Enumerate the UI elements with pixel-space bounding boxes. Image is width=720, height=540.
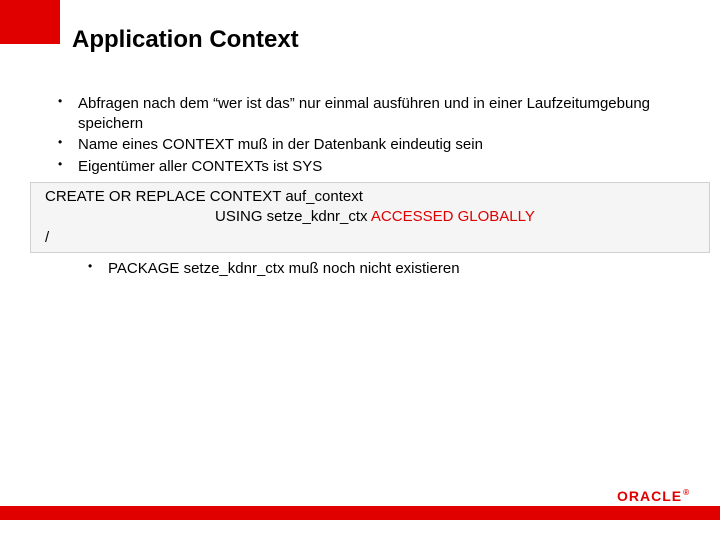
logo-text: ORACLE bbox=[617, 488, 682, 504]
code-line: USING setze_kdnr_ctx ACCESSED GLOBALLY bbox=[45, 207, 699, 227]
slide-title: Application Context bbox=[72, 26, 299, 54]
slide-content: Abfragen nach dem “wer ist das” nur einm… bbox=[50, 94, 690, 278]
bullet-item: Name eines CONTEXT muß in der Datenbank … bbox=[50, 135, 690, 155]
corner-accent bbox=[0, 0, 60, 44]
code-block: CREATE OR REPLACE CONTEXT auf_context US… bbox=[30, 182, 710, 253]
bullet-list: Abfragen nach dem “wer ist das” nur einm… bbox=[50, 94, 690, 176]
code-line: / bbox=[45, 228, 699, 248]
bullet-item: Abfragen nach dem “wer ist das” nur einm… bbox=[50, 94, 690, 133]
code-line: CREATE OR REPLACE CONTEXT auf_context bbox=[45, 187, 699, 207]
sub-bullet-list: PACKAGE setze_kdnr_ctx muß noch nicht ex… bbox=[80, 259, 690, 279]
sub-bullet-item: PACKAGE setze_kdnr_ctx muß noch nicht ex… bbox=[80, 259, 690, 279]
bullet-item: Eigentümer aller CONTEXTs ist SYS bbox=[50, 157, 690, 177]
code-text: USING setze_kdnr_ctx bbox=[215, 208, 371, 225]
registered-mark: ® bbox=[683, 488, 690, 497]
code-keyword: ACCESSED GLOBALLY bbox=[371, 208, 535, 225]
oracle-logo: ORACLE® bbox=[617, 488, 690, 504]
footer-accent-bar bbox=[0, 506, 720, 520]
